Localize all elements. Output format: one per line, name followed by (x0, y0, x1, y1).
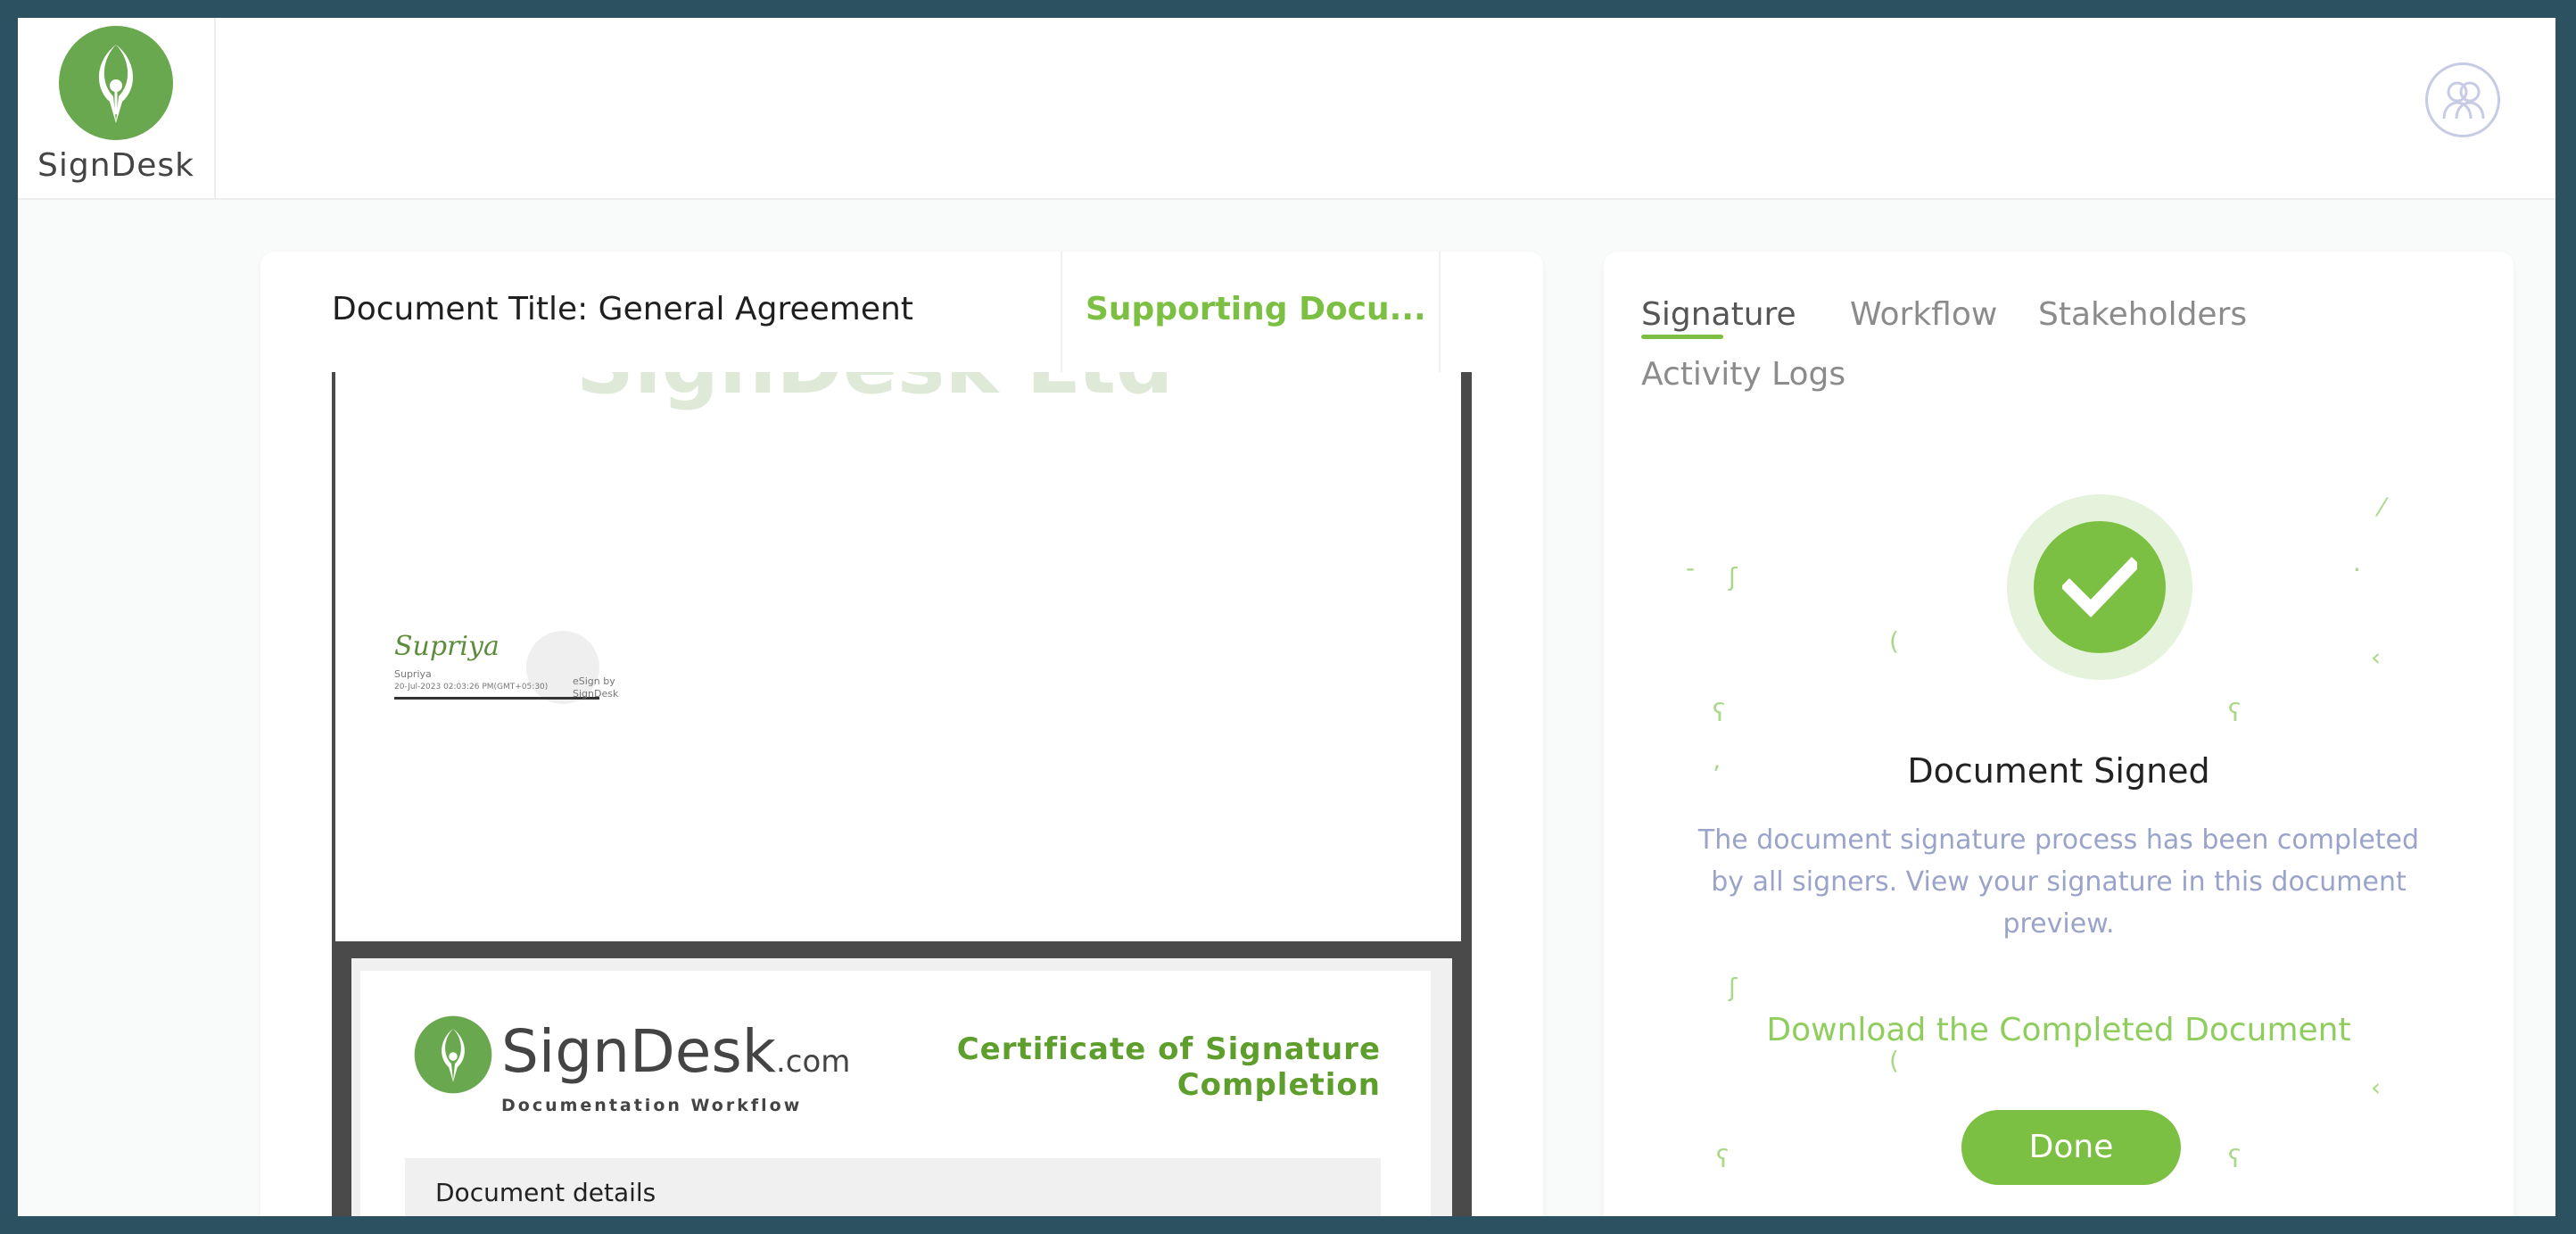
tab-workflow[interactable]: Workflow (1850, 296, 1997, 333)
esign-by-label: eSign by SignDesk (573, 675, 618, 700)
cert-logo-subtitle: Documentation Workflow (501, 1096, 803, 1115)
document-title: Document Title: General Agreement (332, 291, 913, 327)
logo[interactable]: SignDesk (18, 18, 216, 198)
tab-stakeholders[interactable]: Stakeholders (2038, 296, 2247, 333)
status-description: The document signature process has been … (1697, 824, 2420, 940)
confetti-icon: ʃ (1729, 562, 1738, 592)
app-frame: SignDesk Document Title: General Agreeme… (18, 18, 2555, 1216)
confetti-icon: ʃ (1729, 973, 1738, 1002)
signer-label: Supriya (394, 668, 432, 680)
document-details-section: Document details (405, 1158, 1381, 1216)
confetti-icon: ʕ (2228, 698, 2242, 727)
tab-activity-logs[interactable]: Activity Logs (1641, 356, 1845, 393)
logo-text: SignDesk (37, 147, 194, 184)
download-completed-document-link[interactable]: Download the Completed Document (1604, 1012, 2514, 1048)
users-icon (2442, 81, 2485, 120)
checkmark-icon (2062, 557, 2137, 617)
signature-underline (394, 697, 599, 700)
document-page: SignDesk Ltd Supriya Supriya 20-Jul-2023… (335, 372, 1461, 941)
esign-brand-text: SignDesk (573, 688, 619, 700)
confetti-icon: ‹ (2371, 642, 2382, 672)
certificate-page: SignDesk.com Documentation Workflow Cert… (351, 958, 1452, 1216)
confetti-icon: ʕ (2228, 1144, 2242, 1173)
supporting-documents-tab[interactable]: Supporting Docu... (1061, 252, 1441, 372)
success-circle (2034, 521, 2166, 653)
confetti-icon: ʕ (1713, 698, 1726, 727)
certificate-title: Certificate of Signature Completion (956, 1031, 1381, 1103)
certificate-sheet: SignDesk.com Documentation Workflow Cert… (360, 971, 1431, 1216)
signature-status-panel: Signature Workflow Stakeholders Activity… (1604, 252, 2514, 1216)
confetti-icon: ( (1889, 626, 1899, 656)
signature-name: Supriya (394, 631, 500, 662)
confetti-icon: - (1686, 553, 1696, 583)
cert-logo-suffix: .com (776, 1044, 851, 1080)
status-title: Document Signed (1907, 751, 2210, 791)
document-card: Document Title: General Agreement Suppor… (260, 252, 1543, 1216)
active-tab-indicator (1641, 335, 1723, 339)
confetti-icon: ⁄ (2380, 493, 2384, 522)
user-menu-icon[interactable] (2425, 62, 2500, 137)
confetti-icon: · (2353, 555, 2361, 584)
tab-signature[interactable]: Signature (1641, 296, 1796, 333)
signature-date: 20-Jul-2023 02:03:26 PM(GMT+05:30) (394, 683, 549, 692)
top-header: SignDesk (18, 18, 2555, 200)
signdesk-cert-logo-icon (414, 1015, 492, 1094)
esign-by-text: eSign by (573, 675, 615, 687)
success-badge (2007, 494, 2192, 680)
document-details-heading: Document details (435, 1178, 656, 1207)
confetti-icon: ‹ (2371, 1073, 2382, 1102)
confetti-icon: ( (1889, 1046, 1899, 1075)
pen-nib-logo-icon (59, 26, 173, 140)
done-button[interactable]: Done (1961, 1110, 2181, 1185)
page-watermark: SignDesk Ltd (576, 372, 1173, 412)
cert-logo-text: SignDesk.com (501, 1017, 850, 1086)
supporting-documents-label: Supporting Docu... (1086, 291, 1426, 327)
document-preview[interactable]: SignDesk Ltd Supriya Supriya 20-Jul-2023… (332, 372, 1472, 1216)
cert-logo-name: SignDesk (501, 1017, 776, 1086)
confetti-icon: ʕ (1716, 1144, 1730, 1173)
signature-stamp[interactable]: Supriya Supriya 20-Jul-2023 02:03:26 PM(… (394, 631, 618, 711)
